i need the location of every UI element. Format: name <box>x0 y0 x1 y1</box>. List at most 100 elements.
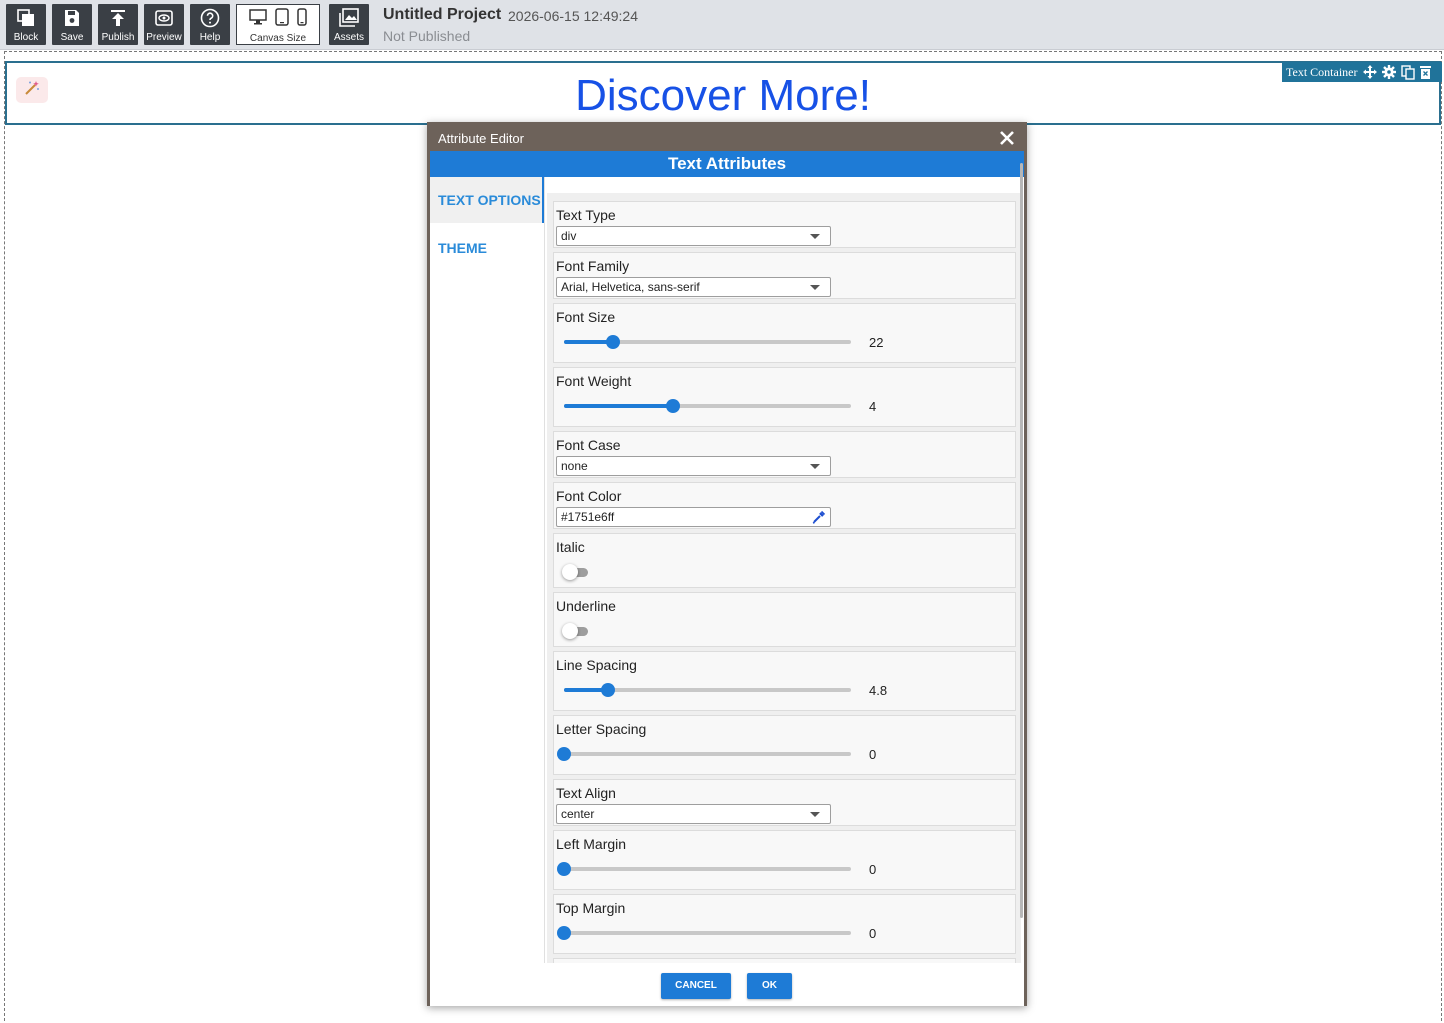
underline-label: Underline <box>556 598 616 614</box>
font-weight-value: 4 <box>869 399 877 414</box>
preview-label: Preview <box>146 32 182 43</box>
assets-button[interactable]: Assets <box>329 4 369 45</box>
top-margin-field: Top Margin 0 <box>553 894 1016 954</box>
slider-thumb[interactable] <box>601 683 616 697</box>
font-size-value: 22 <box>869 335 884 350</box>
font-color-field: Font Color #1751e6ff <box>553 482 1016 529</box>
italic-field: Italic <box>553 533 1016 588</box>
top-margin-slider[interactable] <box>557 926 851 940</box>
slider-fill <box>564 404 674 408</box>
text-align-value: center <box>561 807 595 821</box>
dialog-subtitle: Text Attributes <box>430 151 1024 177</box>
publish-status: Not Published <box>383 28 471 44</box>
chevron-down-icon <box>810 812 820 817</box>
dialog-scrollbar[interactable] <box>1020 163 1023 918</box>
tablet-icon[interactable] <box>275 7 289 31</box>
font-case-select[interactable]: none <box>556 456 831 476</box>
delete-icon[interactable] <box>1420 65 1432 79</box>
page-heading[interactable]: Discover More! <box>7 71 1439 121</box>
slider-thumb[interactable] <box>557 862 571 876</box>
block-label: Block <box>13 32 39 43</box>
font-family-field: Font Family Arial, Helvetica, sans-serif <box>553 252 1016 299</box>
letter-spacing-field: Letter Spacing 0 <box>553 715 1016 775</box>
help-button[interactable]: Help <box>190 4 230 45</box>
font-size-label: Font Size <box>556 309 616 325</box>
project-timestamp: 2026-06-15 12:49:24 <box>508 8 638 24</box>
italic-toggle[interactable] <box>562 564 588 580</box>
text-type-field: Text Type div <box>553 201 1016 248</box>
gallery-icon <box>338 7 360 29</box>
text-type-label: Text Type <box>556 207 616 223</box>
line-spacing-value: 4.8 <box>869 683 888 698</box>
font-size-slider[interactable] <box>564 335 851 349</box>
text-container-toolbar: Text Container <box>1282 62 1442 82</box>
line-spacing-field: Line Spacing 4.8 <box>553 651 1016 711</box>
preview-button[interactable]: Preview <box>144 4 184 45</box>
slider-thumb[interactable] <box>605 335 620 349</box>
font-weight-field: Font Weight 4 <box>553 367 1016 427</box>
eye-icon <box>154 7 174 29</box>
slider-thumb[interactable] <box>666 399 681 413</box>
line-spacing-slider[interactable] <box>564 683 851 697</box>
text-align-label: Text Align <box>556 785 616 801</box>
upload-icon <box>108 7 128 29</box>
copy-stack-icon <box>16 7 36 29</box>
tabs-divider <box>544 177 545 963</box>
chevron-down-icon <box>810 464 820 469</box>
font-case-value: none <box>561 459 588 473</box>
toggle-knob <box>562 623 578 639</box>
letter-spacing-slider[interactable] <box>557 747 851 761</box>
text-align-field: Text Align center <box>553 779 1016 826</box>
desktop-icon[interactable] <box>249 8 267 30</box>
block-button[interactable]: Block <box>6 4 46 45</box>
eyedropper-icon[interactable] <box>812 510 826 529</box>
font-case-label: Font Case <box>556 437 621 453</box>
text-type-select[interactable]: div <box>556 226 831 246</box>
font-weight-label: Font Weight <box>556 373 632 389</box>
save-button[interactable]: Save <box>52 4 92 45</box>
ok-button[interactable]: OK <box>747 973 792 999</box>
help-circle-icon <box>200 7 220 29</box>
top-margin-label: Top Margin <box>556 900 626 916</box>
left-margin-value: 0 <box>869 862 877 877</box>
canvas-size-label: Canvas Size <box>249 33 307 44</box>
move-icon[interactable] <box>1363 65 1378 79</box>
slider-thumb[interactable] <box>557 926 571 940</box>
slider-thumb[interactable] <box>557 747 571 761</box>
canvas-size-button[interactable]: Canvas Size <box>236 4 320 45</box>
project-title: Untitled Project <box>383 6 502 23</box>
font-color-input[interactable]: #1751e6ff <box>556 507 831 527</box>
font-weight-slider[interactable] <box>564 399 851 413</box>
phone-icon[interactable] <box>297 7 307 31</box>
duplicate-icon[interactable] <box>1401 64 1416 80</box>
close-icon[interactable] <box>998 128 1016 148</box>
font-case-field: Font Case none <box>553 431 1016 478</box>
letter-spacing-label: Letter Spacing <box>556 721 647 737</box>
text-container-block[interactable]: Discover More! <box>5 61 1441 125</box>
publish-button[interactable]: Publish <box>98 4 138 45</box>
tab-text-options[interactable]: TEXT OPTIONS <box>430 177 544 223</box>
left-margin-label: Left Margin <box>556 836 627 852</box>
save-label: Save <box>60 32 84 43</box>
font-family-label: Font Family <box>556 258 630 274</box>
font-family-select[interactable]: Arial, Helvetica, sans-serif <box>556 277 831 297</box>
font-size-field: Font Size 22 <box>553 303 1016 363</box>
left-margin-slider[interactable] <box>557 862 851 876</box>
left-margin-field: Left Margin 0 <box>553 830 1016 890</box>
chevron-down-icon <box>810 285 820 290</box>
cancel-button[interactable]: CANCEL <box>661 973 731 999</box>
assets-label: Assets <box>333 32 364 43</box>
toggle-knob <box>562 564 578 580</box>
gear-icon[interactable] <box>1382 65 1397 79</box>
tab-theme[interactable]: THEME <box>430 225 544 271</box>
underline-toggle[interactable] <box>562 623 588 639</box>
font-family-value: Arial, Helvetica, sans-serif <box>561 280 700 294</box>
attribute-tabs: TEXT OPTIONS THEME <box>430 177 544 963</box>
publish-label: Publish <box>101 32 135 43</box>
text-container-label: Text Container <box>1286 64 1358 79</box>
text-options-panel: Text Type div Font Family Arial, Helveti… <box>547 193 1021 963</box>
dialog-header[interactable]: Attribute Editor <box>430 125 1024 151</box>
text-align-select[interactable]: center <box>556 804 831 824</box>
font-color-value: #1751e6ff <box>561 510 615 524</box>
line-spacing-label: Line Spacing <box>556 657 637 673</box>
